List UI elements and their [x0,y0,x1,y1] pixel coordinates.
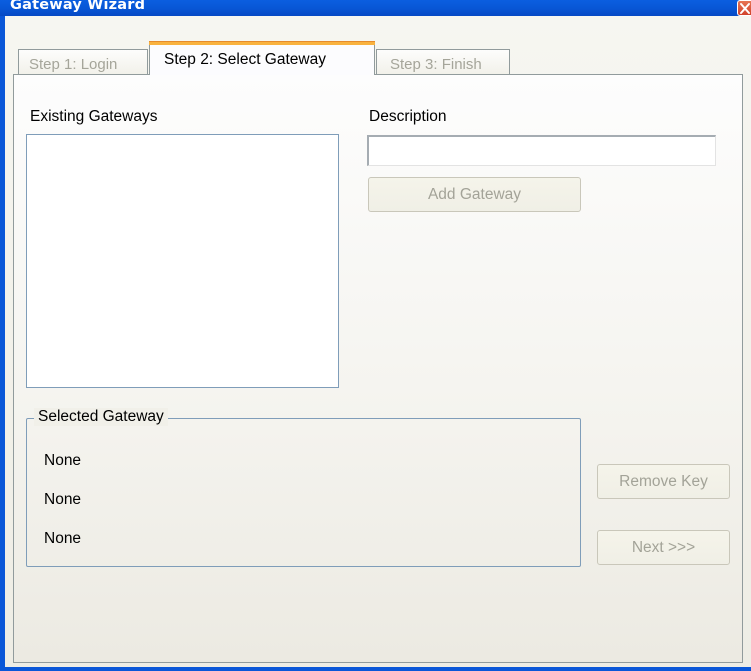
description-label: Description [369,108,447,125]
tab-step-2-select-gateway[interactable]: Step 2: Select Gateway [149,41,375,75]
selected-gateway-group: Selected Gateway None None None [26,408,581,567]
selected-gateway-line-1: None [44,452,82,469]
existing-gateways-list[interactable] [26,134,339,388]
tab-step-3-finish[interactable]: Step 3: Finish [376,49,510,74]
gateway-wizard-window: Gateway Wizard Step 1: Login Step 3: Fin… [0,0,751,671]
next-button[interactable]: Next >>> [597,530,730,565]
selected-gateway-line-2: None [44,491,82,508]
tab-strip: Step 1: Login Step 3: Finish [5,16,751,74]
existing-gateways-label: Existing Gateways [30,108,158,125]
close-button[interactable] [737,0,751,16]
description-input[interactable] [367,135,716,166]
add-gateway-button[interactable]: Add Gateway [368,177,581,212]
selected-gateway-line-3: None [44,530,82,547]
tab-step-2-label: Step 2: Select Gateway [164,51,326,68]
tab-step-1-label: Step 1: Login [29,56,118,73]
selected-gateway-legend: Selected Gateway [34,408,168,426]
title-bar[interactable]: Gateway Wizard [0,0,751,16]
tab-step-3-label: Step 3: Finish [390,56,482,73]
tab-step-1-login[interactable]: Step 1: Login [18,49,148,74]
window-title: Gateway Wizard [10,0,146,13]
remove-key-button[interactable]: Remove Key [597,464,730,499]
